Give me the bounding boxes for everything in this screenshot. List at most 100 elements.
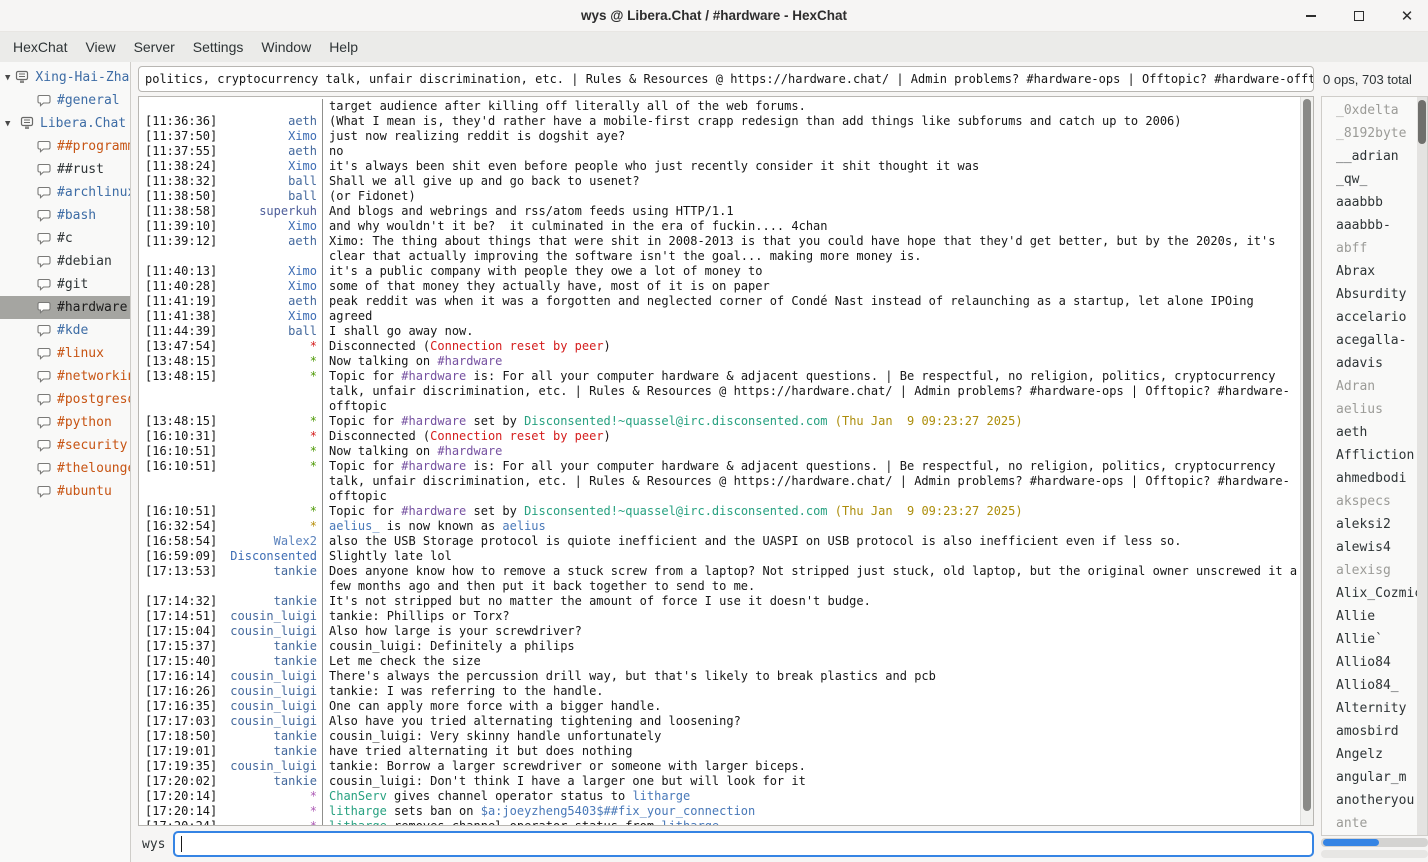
sidebar-item--networking[interactable]: #networking (0, 365, 130, 388)
message-segment: Topic for (329, 369, 401, 383)
menu-window[interactable]: Window (252, 34, 320, 60)
message-text: and why wouldn't it be? it culminated in… (322, 219, 1299, 234)
sidebar-item--ubuntu[interactable]: #ubuntu (0, 480, 130, 503)
nickname: cousin_luigi (219, 669, 317, 684)
userlist-item[interactable]: adavis (1322, 352, 1417, 375)
sidebar-item--git[interactable]: #git (0, 273, 130, 296)
userlist-item[interactable]: accelario (1322, 306, 1417, 329)
chat-scrollbar-thumb[interactable] (1303, 99, 1311, 811)
userlist-item[interactable]: ante (1322, 812, 1417, 835)
sidebar-item--bash[interactable]: #bash (0, 204, 130, 227)
message-segment-ref_blue: litharge (661, 819, 719, 826)
userlist-item[interactable]: anotheryou (1322, 789, 1417, 812)
userlist-item[interactable]: akspecs (1322, 490, 1417, 513)
menu-server[interactable]: Server (125, 34, 184, 60)
userlist-item[interactable]: Angelz (1322, 743, 1417, 766)
timestamp: [11:36:36] (139, 114, 219, 129)
message-segment (828, 504, 835, 518)
userlist-item[interactable]: __adrian (1322, 145, 1417, 168)
userlist-item[interactable]: _qw_ (1322, 168, 1417, 191)
userlist-item[interactable]: acegalla- (1322, 329, 1417, 352)
sidebar-item--rust[interactable]: ##rust (0, 158, 130, 181)
message-segment: Now talking on (329, 444, 437, 458)
sidebar-item--postgresql[interactable]: #postgresql (0, 388, 130, 411)
channel-icon (36, 255, 52, 269)
userlist-item[interactable]: Allio84_ (1322, 674, 1417, 697)
menu-help[interactable]: Help (320, 34, 367, 60)
userlist-item[interactable]: ahmedbodi (1322, 467, 1417, 490)
userlist-item[interactable]: alewis4 (1322, 536, 1417, 559)
userlist-item[interactable]: _0xdelta (1322, 99, 1417, 122)
message-text: some of that money they actually have, m… (322, 279, 1299, 294)
nickname: ball (219, 324, 317, 339)
userlist-scrollbar-thumb[interactable] (1418, 100, 1426, 144)
menu-hexchat[interactable]: HexChat (4, 34, 76, 60)
chat-line: [17:13:53]tankieDoes anyone know how to … (139, 564, 1299, 594)
userlist-item[interactable]: aaabbb (1322, 191, 1417, 214)
userlist-panel: _0xdelta_8192byte__adrian_qw_aaabbbaaabb… (1321, 96, 1428, 836)
userlist-item[interactable]: aeth (1322, 421, 1417, 444)
userlist-item[interactable]: Allie (1322, 605, 1417, 628)
userlist-horizontal-scrollbar[interactable] (1321, 838, 1428, 847)
userlist-item[interactable]: Allio84 (1322, 651, 1417, 674)
userlist-item[interactable]: Absurdity (1322, 283, 1417, 306)
userlist-item[interactable]: Allie` (1322, 628, 1417, 651)
tree-expander-icon[interactable]: ▼ (5, 119, 15, 129)
sidebar-item--python[interactable]: #python (0, 411, 130, 434)
menu-view[interactable]: View (76, 34, 124, 60)
sidebar-item--security[interactable]: #security (0, 434, 130, 457)
userlist-vertical-scrollbar[interactable] (1417, 97, 1427, 835)
userlist-item[interactable]: _8192byte (1322, 122, 1417, 145)
chat-vertical-scrollbar[interactable] (1300, 97, 1313, 825)
userlist-item[interactable]: abff (1322, 237, 1417, 260)
timestamp: [17:15:40] (139, 654, 219, 669)
userlist-item[interactable]: aaabbb- (1322, 214, 1417, 237)
chat-area: target audience after killing off litera… (138, 96, 1314, 826)
timestamp: [17:20:02] (139, 774, 219, 789)
userlist-item[interactable]: aelius (1322, 398, 1417, 421)
userlist-item[interactable]: angular_m (1322, 766, 1417, 789)
chat-line: [11:38:24]Ximoit's always been shit even… (139, 159, 1299, 174)
message-segment: tankie: Borrow a larger screwdriver or s… (329, 759, 806, 773)
message-input[interactable] (173, 831, 1314, 857)
topic-input[interactable]: politics, cryptocurrency talk, unfair di… (138, 66, 1314, 92)
sidebar-item--debian[interactable]: #debian (0, 250, 130, 273)
message-segment: Does anyone know how to remove a stuck s… (329, 564, 1304, 593)
userlist-item[interactable]: alexisg (1322, 559, 1417, 582)
message-segment: no (329, 144, 343, 158)
userlist-item[interactable]: aleksi2 (1322, 513, 1417, 536)
userlist-item[interactable]: amosbird (1322, 720, 1417, 743)
userlist-item[interactable]: Adran (1322, 375, 1417, 398)
userlist-hscrollbar-thumb[interactable] (1323, 839, 1379, 846)
userlist-item[interactable]: Alix_Cozmic (1322, 582, 1417, 605)
sidebar-item--c[interactable]: #c (0, 227, 130, 250)
channel-icon (36, 462, 52, 476)
tree-expander-icon[interactable]: ▼ (5, 73, 10, 83)
chat-lines: target audience after killing off litera… (139, 99, 1299, 826)
minimize-button[interactable] (1300, 5, 1322, 27)
userlist-item[interactable]: Affliction (1322, 444, 1417, 467)
network-libera-chat[interactable]: ▼Libera.Chat (0, 112, 130, 135)
close-button[interactable]: ✕ (1396, 5, 1418, 27)
message-segment: is: For all your computer hardware & adj… (329, 459, 1290, 503)
userlist-item[interactable]: Alternity (1322, 697, 1417, 720)
nickname: tankie (219, 729, 317, 744)
timestamp: [11:38:24] (139, 159, 219, 174)
bottom-scrollbar-track[interactable] (1321, 850, 1428, 858)
maximize-button[interactable] (1348, 5, 1370, 27)
sidebar-item--linux[interactable]: #linux (0, 342, 130, 365)
window-controls: ✕ (1300, 0, 1418, 32)
menu-settings[interactable]: Settings (184, 34, 253, 60)
sidebar-item--hardware[interactable]: #hardware (0, 296, 130, 319)
sidebar-item--archlinux[interactable]: #archlinux (0, 181, 130, 204)
sidebar-item--thelounge[interactable]: #thelounge (0, 457, 130, 480)
timestamp: [11:40:13] (139, 264, 219, 279)
sidebar-item--programming[interactable]: ##programming (0, 135, 130, 158)
message-segment: Disconnected ( (329, 429, 430, 443)
network-xing-hai-zhan[interactable]: ▼Xing-Hai-Zhan (0, 66, 130, 89)
message-text: also the USB Storage protocol is quiote … (322, 534, 1299, 549)
sidebar-item--kde[interactable]: #kde (0, 319, 130, 342)
userlist-item[interactable]: Abrax (1322, 260, 1417, 283)
tree-item-label: #thelounge (57, 461, 130, 476)
sidebar-item--general[interactable]: #general (0, 89, 130, 112)
